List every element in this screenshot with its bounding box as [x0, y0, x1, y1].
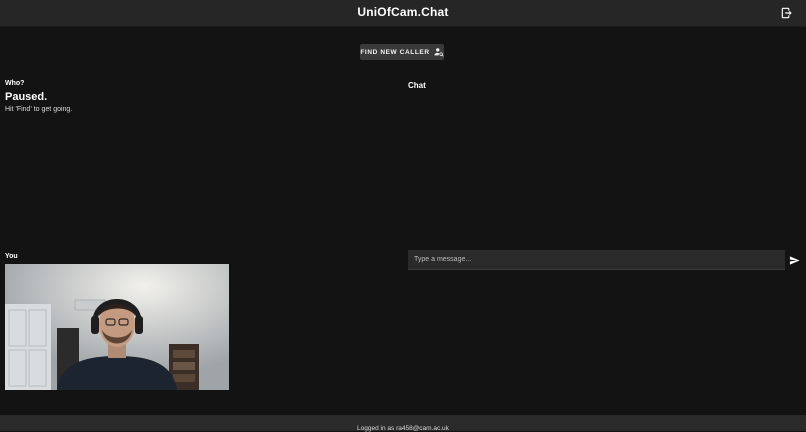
- status-title: Paused.: [5, 91, 48, 103]
- find-new-caller-button[interactable]: FIND NEW CALLER: [360, 44, 444, 60]
- message-input[interactable]: [408, 250, 785, 270]
- logout-icon[interactable]: [780, 6, 794, 20]
- top-bar: UniOfCam.Chat: [0, 0, 806, 27]
- find-new-caller-label: FIND NEW CALLER: [360, 48, 430, 56]
- who-label: Who?: [5, 80, 25, 87]
- app-title: UniOfCam.Chat: [357, 5, 449, 19]
- chat-label: Chat: [408, 81, 426, 90]
- send-icon[interactable]: [789, 255, 800, 266]
- footer-bar: Logged in as ra458@cam.ac.uk: [0, 415, 806, 432]
- you-label: You: [5, 253, 18, 260]
- self-video-preview: [5, 264, 229, 390]
- person-search-icon: [434, 48, 444, 57]
- status-hint: Hit 'Find' to get going.: [5, 106, 73, 113]
